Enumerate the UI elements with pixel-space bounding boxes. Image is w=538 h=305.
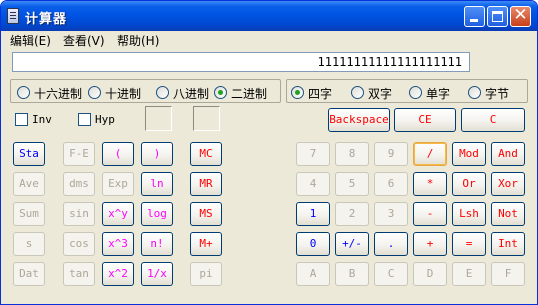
radio-bin-label: 二进制 [231, 87, 268, 101]
radio-qword-label: 四字 [308, 87, 333, 101]
cos-button[interactable]: cos [63, 232, 95, 256]
b-button[interactable]: B [335, 262, 369, 286]
mod-button[interactable]: Mod [452, 142, 486, 166]
decimal-button[interactable]: . [374, 232, 408, 256]
and-button[interactable]: And [491, 142, 525, 166]
menu-help[interactable]: 帮助(H) [117, 32, 159, 49]
close-icon: ✕ [513, 5, 528, 25]
menu-bar: 编辑(E) 查看(V) 帮助(H) [1, 31, 537, 49]
open-paren-button[interactable]: ( [102, 142, 134, 166]
radio-hex-label: 十六进制 [34, 87, 83, 101]
memory-indicator [193, 106, 220, 131]
c-button[interactable]: C [374, 262, 408, 286]
2-button[interactable]: 2 [335, 202, 369, 226]
divide-button[interactable]: / [413, 142, 447, 166]
or-button[interactable]: Or [452, 172, 486, 196]
hyp-checkbox-box [78, 113, 91, 126]
clear-button[interactable]: C [461, 108, 525, 132]
equals-button[interactable]: = [452, 232, 486, 256]
ce-button[interactable]: CE [394, 108, 456, 132]
x-cube-button[interactable]: x^3 [102, 232, 134, 256]
s-button[interactable]: s [13, 232, 45, 256]
menu-edit[interactable]: 编辑(E) [10, 32, 51, 49]
word-size-group: 四字 双字 单字 字节 [286, 79, 528, 103]
1-button[interactable]: 1 [296, 202, 330, 226]
6-button[interactable]: 6 [374, 172, 408, 196]
radio-dword-dot [351, 86, 364, 99]
exp-button[interactable]: Exp [102, 172, 134, 196]
sum-button[interactable]: Sum [13, 202, 45, 226]
m+-button[interactable]: M+ [190, 232, 222, 256]
negate-button[interactable]: +/- [335, 232, 369, 256]
radio-dec-dot [88, 86, 101, 99]
8-button[interactable]: 8 [335, 142, 369, 166]
5-button[interactable]: 5 [335, 172, 369, 196]
minimize-button[interactable] [464, 6, 485, 27]
sin-button[interactable]: sin [63, 202, 95, 226]
3-button[interactable]: 3 [374, 202, 408, 226]
radio-hex-dot [17, 86, 30, 99]
result-display: 11111111111111111111 [12, 52, 470, 72]
a-button[interactable]: A [296, 262, 330, 286]
radio-bin-dot [214, 86, 227, 99]
log-button[interactable]: log [141, 202, 173, 226]
int-button[interactable]: Int [491, 232, 525, 256]
radio-word-label: 单字 [426, 87, 451, 101]
f-e-button[interactable]: F-E [63, 142, 95, 166]
radio-byte-dot [468, 86, 481, 99]
radio-qword-dot [291, 86, 304, 99]
7-button[interactable]: 7 [296, 142, 330, 166]
9-button[interactable]: 9 [374, 142, 408, 166]
f-button[interactable]: F [491, 262, 525, 286]
number-base-group: 十六进制 十进制 八进制 二进制 [10, 79, 281, 103]
radio-dec-label: 十进制 [105, 87, 142, 101]
x-square-button[interactable]: x^2 [102, 262, 134, 286]
ln-button[interactable]: ln [141, 172, 173, 196]
menu-view[interactable]: 查看(V) [63, 32, 105, 49]
parenthesis-indicator [145, 106, 172, 131]
close-paren-button[interactable]: ) [141, 142, 173, 166]
reciprocal-button[interactable]: 1/x [141, 262, 173, 286]
mc-button[interactable]: MC [190, 142, 222, 166]
radio-oct-dot [156, 86, 169, 99]
title-bar[interactable]: 计算器 ✕ [1, 1, 537, 31]
x-pow-y-button[interactable]: x^y [102, 202, 134, 226]
radio-oct-label: 八进制 [173, 87, 210, 101]
calculator-window: 计算器 ✕ 编辑(E) 查看(V) 帮助(H) 1111111111111111… [0, 0, 538, 305]
close-button[interactable]: ✕ [510, 5, 531, 27]
d-button[interactable]: D [413, 262, 447, 286]
radio-dword-label: 双字 [368, 87, 393, 101]
pi-button[interactable]: pi [190, 262, 222, 286]
mr-button[interactable]: MR [190, 172, 222, 196]
minimize-icon [470, 19, 478, 22]
xor-button[interactable]: Xor [491, 172, 525, 196]
factorial-button[interactable]: n! [141, 232, 173, 256]
radio-byte-label: 字节 [485, 87, 510, 101]
window-title: 计算器 [25, 12, 68, 27]
multiply-button[interactable]: * [413, 172, 447, 196]
lsh-button[interactable]: Lsh [452, 202, 486, 226]
tan-button[interactable]: tan [63, 262, 95, 286]
4-button[interactable]: 4 [296, 172, 330, 196]
hyp-checkbox-label: Hyp [95, 113, 115, 126]
subtract-button[interactable]: - [413, 202, 447, 226]
ms-button[interactable]: MS [190, 202, 222, 226]
radio-word-dot [409, 86, 422, 99]
add-button[interactable]: + [413, 232, 447, 256]
maximize-icon [492, 11, 503, 22]
not-button[interactable]: Not [491, 202, 525, 226]
e-button[interactable]: E [452, 262, 486, 286]
sta-button[interactable]: Sta [13, 142, 45, 166]
0-button[interactable]: 0 [296, 232, 330, 256]
maximize-button[interactable] [487, 6, 508, 27]
dat-button[interactable]: Dat [13, 262, 45, 286]
backspace-button[interactable]: Backspace [328, 108, 390, 132]
inv-checkbox-label: Inv [32, 113, 52, 126]
ave-button[interactable]: Ave [13, 172, 45, 196]
dms-button[interactable]: dms [63, 172, 95, 196]
inv-checkbox-box [15, 113, 28, 126]
calculator-icon [7, 8, 19, 24]
